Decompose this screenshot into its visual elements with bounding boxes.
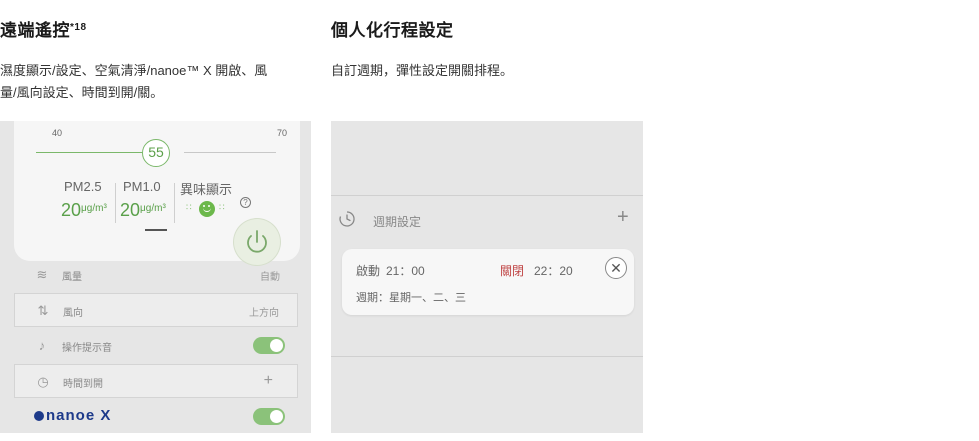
direction-icon: ⇅ bbox=[37, 303, 49, 318]
pm10-value: 20μg/m³ bbox=[120, 200, 166, 221]
close-icon[interactable]: ✕ bbox=[605, 257, 627, 279]
add-schedule-icon[interactable]: + bbox=[617, 206, 629, 229]
slider-track[interactable] bbox=[184, 152, 276, 153]
divider bbox=[331, 356, 643, 357]
remote-desc-line-2: 量/風向設定、時間到開/關。 bbox=[0, 85, 164, 100]
pm25-unit: μg/m³ bbox=[81, 203, 107, 214]
remote-app-screenshot: 40 70 55 PM2.5 20μg/m³ PM1.0 20μg/m³ 異味顯… bbox=[0, 121, 311, 433]
weekday-text: 週期：星期一、二、三 bbox=[356, 292, 466, 304]
schedule-title: 個人化行程設定 bbox=[331, 21, 454, 40]
humidity-slider-handle[interactable]: 55 bbox=[142, 139, 170, 167]
odor-dots-icon: ∷ bbox=[186, 202, 194, 212]
metric-divider bbox=[115, 183, 116, 223]
pm10-number: 20 bbox=[120, 200, 141, 220]
remote-control-title: 遠端遙控*18 bbox=[0, 16, 87, 41]
beep-row: ♪ 操作提示音 bbox=[14, 329, 298, 363]
airflow-icon: ≋ bbox=[36, 267, 48, 282]
footnote-marker: *18 bbox=[70, 22, 87, 33]
page-indicator bbox=[145, 229, 167, 231]
clock-icon: ◷ bbox=[37, 374, 49, 389]
timer-icon bbox=[339, 211, 355, 227]
on-time: 21：00 bbox=[386, 264, 425, 278]
timer-on-label: 時間到開 bbox=[63, 379, 103, 390]
nanoe-logo: nanoe X bbox=[34, 407, 111, 424]
slider-fill bbox=[36, 152, 156, 153]
metric-divider bbox=[174, 183, 175, 223]
remote-control-title-text: 遠端遙控 bbox=[0, 21, 70, 40]
nanoe-text: nanoe X bbox=[46, 407, 112, 424]
fan-direction-value: 上方向 bbox=[249, 308, 279, 319]
odor-dots-icon: ∷ bbox=[219, 202, 227, 212]
beep-label: 操作提示音 bbox=[62, 343, 112, 354]
nanoe-dot-icon bbox=[34, 411, 44, 421]
pm25-label: PM2.5 bbox=[64, 179, 102, 194]
schedule-card[interactable]: 啟動 21：00 關閉 22：20 ✕ 週期：星期一、二、三 bbox=[342, 249, 634, 315]
pm25-number: 20 bbox=[61, 200, 82, 220]
schedule-app-screenshot: 週期設定 + 啟動 21：00 關閉 22：20 ✕ 週期：星期一、二、三 bbox=[331, 121, 643, 433]
remote-desc-line-1: 濕度顯示/設定、空氣清淨/nanoe™ X 開啟、風 bbox=[0, 63, 268, 78]
fan-speed-value: 自動 bbox=[260, 272, 280, 283]
slider-min-label: 40 bbox=[52, 128, 63, 138]
schedule-header-label: 週期設定 bbox=[373, 215, 422, 229]
remote-control-description: 濕度顯示/設定、空氣清淨/nanoe™ X 開啟、風 量/風向設定、時間到開/關… bbox=[0, 60, 320, 104]
on-label: 啟動 bbox=[356, 264, 381, 278]
divider bbox=[331, 195, 643, 196]
smiley-icon bbox=[199, 201, 215, 217]
fan-direction-label: 風向 bbox=[63, 308, 83, 319]
beep-toggle[interactable] bbox=[253, 337, 285, 354]
off-label: 關閉 bbox=[500, 264, 525, 278]
help-icon[interactable]: ? bbox=[240, 197, 251, 208]
odor-label: 異味顯示 bbox=[180, 182, 233, 197]
pm10-label: PM1.0 bbox=[123, 179, 161, 194]
slider-max-label: 70 bbox=[277, 128, 288, 138]
off-time: 22：20 bbox=[534, 264, 573, 278]
pm25-value: 20μg/m³ bbox=[61, 200, 107, 221]
fan-speed-label: 風量 bbox=[62, 272, 82, 283]
music-note-icon: ♪ bbox=[38, 338, 46, 353]
fan-speed-row[interactable]: ≋ 風量 自動 bbox=[14, 258, 298, 292]
pm10-unit: μg/m³ bbox=[140, 203, 166, 214]
nanoe-row: nanoe X bbox=[14, 400, 298, 433]
fan-direction-row[interactable]: ⇅ 風向 上方向 bbox=[14, 293, 298, 327]
timer-on-row[interactable]: ◷ 時間到開 + bbox=[14, 364, 298, 398]
schedule-description: 自訂週期，彈性設定開關排程。 bbox=[331, 63, 514, 78]
nanoe-toggle[interactable] bbox=[253, 408, 285, 425]
add-timer-icon[interactable]: + bbox=[264, 372, 273, 390]
